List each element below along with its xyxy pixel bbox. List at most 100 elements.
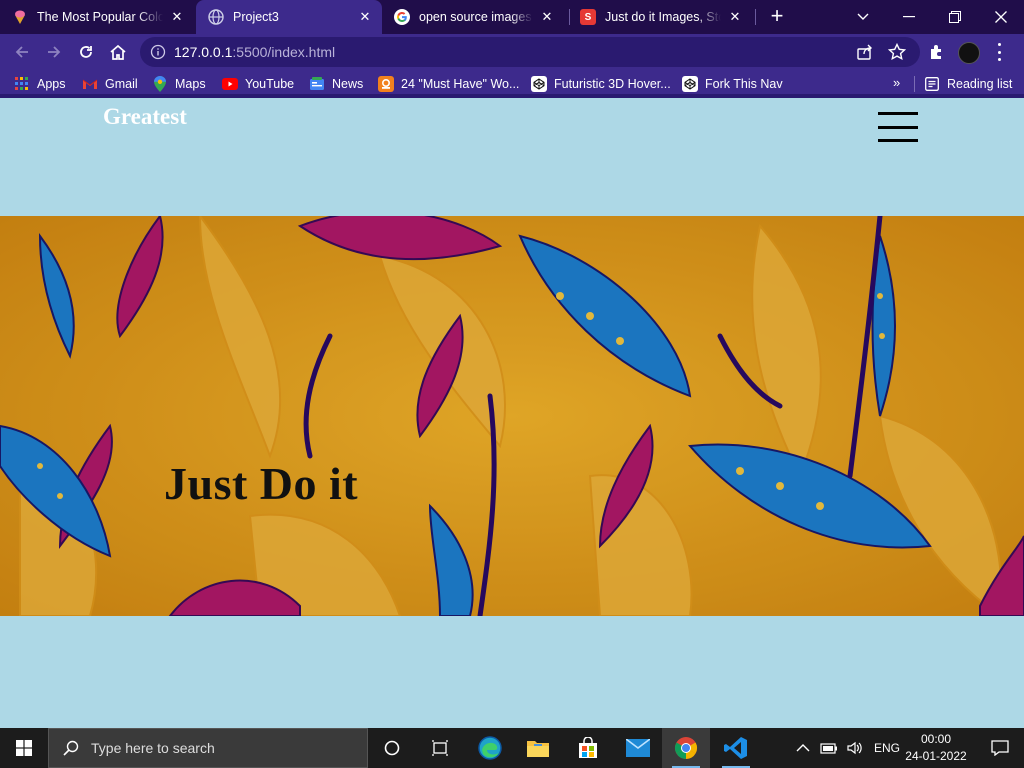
mail-app[interactable] bbox=[614, 728, 662, 768]
arrow-left-icon bbox=[15, 46, 28, 58]
taskbar-search-box[interactable]: Type here to search bbox=[48, 728, 368, 768]
start-button[interactable] bbox=[0, 728, 48, 768]
bookmark-fork-this-nav[interactable]: Fork This Nav bbox=[682, 74, 783, 94]
tab-most-popular[interactable]: The Most Popular Colo ✕ bbox=[12, 0, 194, 34]
bookmark-label: Gmail bbox=[105, 77, 138, 91]
volume-icon[interactable] bbox=[846, 740, 864, 756]
red-s-icon: S bbox=[580, 9, 596, 25]
bookmarks-bar: Apps Gmail Maps YouTube News 24 "Must Ha… bbox=[0, 70, 1024, 98]
news-icon bbox=[309, 76, 325, 92]
menu-icon[interactable] bbox=[998, 43, 1002, 61]
task-view-button[interactable] bbox=[416, 728, 464, 768]
bookmark-label: Maps bbox=[175, 77, 206, 91]
cortana-icon bbox=[384, 740, 400, 756]
close-icon[interactable]: ✕ bbox=[539, 9, 555, 25]
apps-grid-icon bbox=[14, 76, 30, 92]
reading-list-icon bbox=[924, 76, 940, 92]
web-page: Greatest Just Do it bbox=[0, 102, 1024, 728]
url-text[interactable]: 127.0.0.1:5500/index.html bbox=[174, 44, 335, 60]
bookmark-apps[interactable]: Apps bbox=[14, 74, 66, 94]
minimize-button[interactable] bbox=[886, 0, 932, 34]
notification-icon bbox=[991, 740, 1009, 756]
profile-avatar[interactable] bbox=[958, 42, 980, 64]
bookmark-label: Futuristic 3D Hover... bbox=[554, 77, 671, 91]
store-app[interactable] bbox=[564, 728, 612, 768]
tropical-leaves-background bbox=[0, 216, 1024, 616]
bookmark-must-have[interactable]: 24 "Must Have" Wo... bbox=[378, 74, 519, 94]
gmail-icon bbox=[82, 76, 98, 92]
cortana-button[interactable] bbox=[368, 728, 416, 768]
close-window-button[interactable] bbox=[978, 0, 1024, 34]
globe-icon bbox=[208, 9, 224, 25]
chevron-up-icon[interactable] bbox=[796, 743, 810, 753]
arrow-right-icon bbox=[48, 46, 61, 58]
forward-button[interactable] bbox=[42, 40, 66, 64]
codepen-icon bbox=[531, 76, 547, 92]
hero-banner: Just Do it bbox=[0, 216, 1024, 616]
system-tray: ENG bbox=[796, 728, 900, 768]
chrome-icon bbox=[675, 737, 697, 759]
reading-list-button[interactable]: Reading list bbox=[924, 74, 1012, 94]
clock[interactable]: 00:00 24-01-2022 bbox=[900, 731, 972, 765]
windows-logo-icon bbox=[16, 740, 32, 756]
search-placeholder: Type here to search bbox=[91, 740, 215, 756]
bookmark-news[interactable]: News bbox=[309, 74, 363, 94]
bookmark-maps[interactable]: Maps bbox=[152, 74, 206, 94]
address-bar[interactable]: 127.0.0.1:5500/index.html bbox=[140, 37, 920, 67]
hamburger-menu-icon[interactable] bbox=[878, 112, 918, 142]
home-icon bbox=[110, 44, 126, 60]
tab-title: Project3 bbox=[233, 10, 279, 24]
browser-toolbar: 127.0.0.1:5500/index.html bbox=[0, 34, 1024, 70]
youtube-icon bbox=[222, 76, 238, 92]
tab-project3[interactable]: Project3 ✕ bbox=[196, 0, 382, 34]
language-indicator[interactable]: ENG bbox=[874, 741, 900, 755]
store-icon bbox=[579, 737, 597, 758]
notifications-button[interactable] bbox=[976, 728, 1024, 768]
close-icon[interactable]: ✕ bbox=[169, 9, 185, 25]
tab-separator bbox=[755, 9, 756, 25]
bookmarks-overflow-button[interactable]: » bbox=[893, 75, 900, 90]
battery-icon[interactable] bbox=[820, 742, 838, 754]
bookmark-gmail[interactable]: Gmail bbox=[82, 74, 138, 94]
maps-icon bbox=[152, 76, 168, 92]
extensions-icon[interactable] bbox=[928, 43, 946, 61]
tab-just-do-it-images[interactable]: S Just do it Images, Stock ✕ bbox=[580, 0, 752, 34]
new-tab-button[interactable]: + bbox=[766, 5, 788, 27]
tab-separator bbox=[569, 9, 570, 25]
edge-app[interactable] bbox=[466, 728, 514, 768]
vscode-icon bbox=[724, 737, 747, 759]
reload-icon bbox=[80, 46, 92, 58]
codepen-icon bbox=[682, 76, 698, 92]
site-logo[interactable]: Greatest bbox=[103, 104, 187, 130]
minimize-icon bbox=[903, 16, 915, 18]
edge-icon bbox=[478, 736, 502, 760]
tab-title: The Most Popular Colo bbox=[37, 10, 163, 24]
close-icon bbox=[995, 11, 1007, 23]
bookmark-youtube[interactable]: YouTube bbox=[222, 74, 294, 94]
star-icon[interactable] bbox=[888, 43, 906, 61]
windows-taskbar: Type here to search ENG 00:00 24-01-2022 bbox=[0, 728, 1024, 768]
orange-icon bbox=[378, 76, 394, 92]
tab-search-button[interactable] bbox=[840, 0, 886, 34]
tab-title: open source images ju bbox=[419, 10, 533, 24]
back-button[interactable] bbox=[10, 40, 34, 64]
clock-date: 24-01-2022 bbox=[905, 749, 967, 763]
hero-title: Just Do it bbox=[164, 458, 359, 509]
info-icon[interactable] bbox=[150, 44, 166, 60]
mail-icon bbox=[626, 739, 650, 757]
url-path: :5500/index.html bbox=[232, 44, 336, 60]
home-button[interactable] bbox=[106, 40, 130, 64]
bookmark-label: Apps bbox=[37, 77, 66, 91]
bookmark-futuristic-3d[interactable]: Futuristic 3D Hover... bbox=[531, 74, 671, 94]
close-icon[interactable]: ✕ bbox=[357, 9, 373, 25]
vscode-app[interactable] bbox=[712, 728, 760, 768]
tab-open-source-images[interactable]: open source images ju ✕ bbox=[394, 0, 564, 34]
file-explorer-app[interactable] bbox=[514, 728, 562, 768]
reload-button[interactable] bbox=[74, 40, 98, 64]
close-icon[interactable]: ✕ bbox=[727, 9, 743, 25]
restore-button[interactable] bbox=[932, 0, 978, 34]
chevron-down-icon bbox=[857, 13, 869, 20]
share-icon[interactable] bbox=[856, 43, 874, 61]
bookmark-label: News bbox=[332, 77, 364, 91]
chrome-app[interactable] bbox=[662, 728, 710, 768]
